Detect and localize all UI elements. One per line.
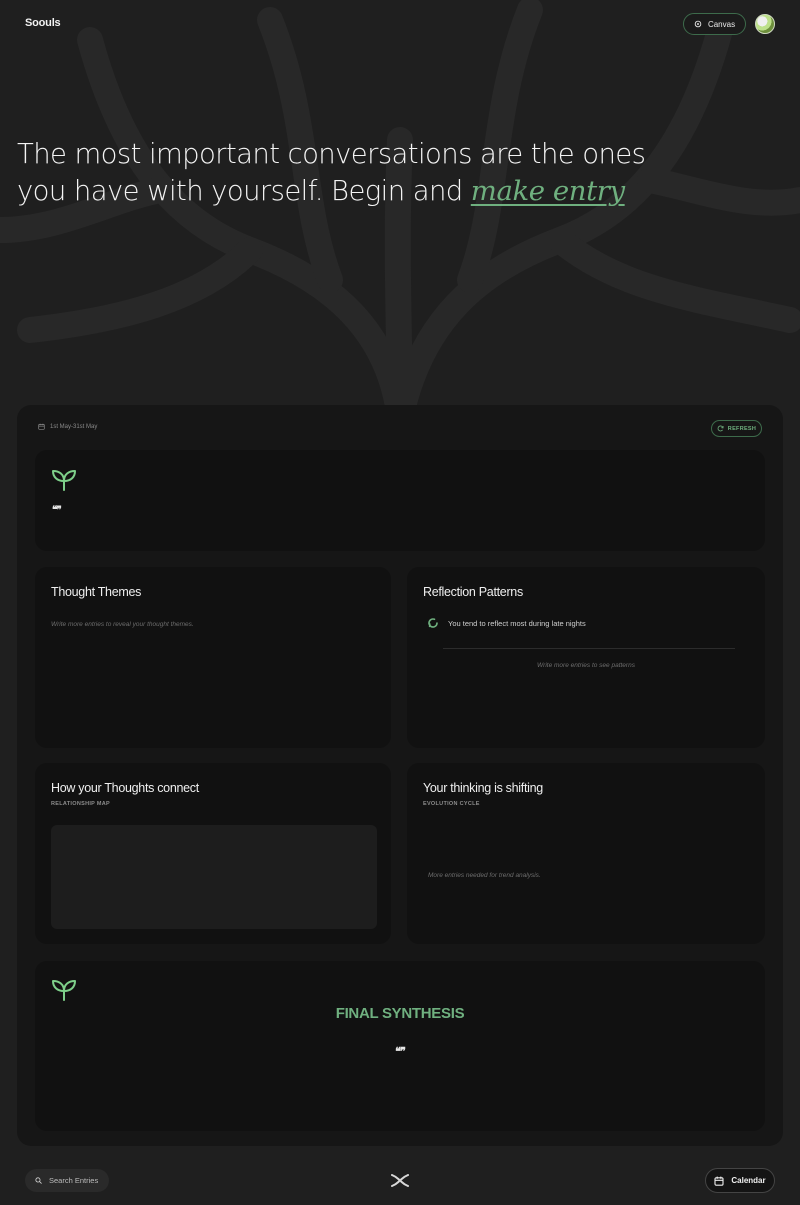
sprout-icon bbox=[52, 980, 76, 1001]
search-entries[interactable] bbox=[25, 1169, 109, 1192]
thoughts-connect-title: How your Thoughts connect bbox=[51, 781, 199, 795]
calendar-label: Calendar bbox=[731, 1176, 766, 1185]
final-synthesis-title: FINAL SYNTHESIS bbox=[335, 1005, 465, 1022]
background-branches-art bbox=[0, 0, 800, 420]
make-entry-link[interactable]: make entry bbox=[471, 175, 625, 207]
reflection-patterns-title: Reflection Patterns bbox=[423, 585, 523, 599]
thought-themes-title: Thought Themes bbox=[51, 585, 142, 599]
final-synthesis-card: FINAL SYNTHESIS ❝❞ bbox=[35, 961, 765, 1131]
refresh-button[interactable]: REFRESH bbox=[711, 420, 762, 437]
date-range-label: 1st May-31st May bbox=[50, 423, 98, 430]
brand-logo[interactable]: Soouls bbox=[25, 17, 61, 29]
thoughts-connect-card: How your Thoughts connect RELATIONSHIP M… bbox=[35, 763, 391, 944]
quote-mark: ❝❞ bbox=[395, 1045, 406, 1058]
thoughts-connect-subtitle: RELATIONSHIP MAP bbox=[51, 801, 110, 807]
search-input[interactable] bbox=[49, 1176, 109, 1185]
thinking-shift-empty: More entries needed for trend analysis. bbox=[428, 872, 541, 879]
bottom-bar: Calendar bbox=[0, 1160, 800, 1205]
app-logo-icon[interactable] bbox=[391, 1174, 409, 1187]
canvas-button[interactable]: Canvas bbox=[683, 13, 746, 35]
thinking-shift-card: Your thinking is shifting EVOLUTION CYCL… bbox=[407, 763, 765, 944]
relationship-map[interactable] bbox=[51, 825, 377, 929]
reflection-patterns-card: Reflection Patterns You tend to reflect … bbox=[407, 567, 765, 748]
hero-line-1: The most important conversations are the… bbox=[17, 138, 646, 170]
calendar-icon bbox=[38, 423, 45, 430]
thought-themes-card: Thought Themes Write more entries to rev… bbox=[35, 567, 391, 748]
thinking-shift-subtitle: EVOLUTION CYCLE bbox=[423, 801, 480, 807]
pattern-text: You tend to reflect most during late nig… bbox=[448, 618, 586, 628]
hero-line-2: you have with yourself. Begin and bbox=[17, 175, 471, 207]
quote-card: ❝❞ bbox=[35, 450, 765, 551]
insights-panel: 1st May-31st May REFRESH ❝❞ Thought Them… bbox=[17, 405, 783, 1146]
thinking-shift-title: Your thinking is shifting bbox=[423, 781, 543, 795]
pattern-row: You tend to reflect most during late nig… bbox=[427, 617, 586, 629]
refresh-label: REFRESH bbox=[727, 425, 757, 432]
hero-heading: The most important conversations are the… bbox=[17, 136, 657, 210]
thought-themes-empty: Write more entries to reveal your though… bbox=[51, 621, 194, 628]
top-bar: Soouls Canvas bbox=[0, 0, 800, 48]
canvas-label: Canvas bbox=[707, 19, 736, 29]
quote-mark: ❝❞ bbox=[52, 505, 62, 516]
refresh-icon bbox=[717, 425, 724, 432]
avatar[interactable] bbox=[755, 14, 775, 34]
cycle-icon bbox=[428, 618, 438, 628]
canvas-icon bbox=[694, 20, 702, 28]
date-range[interactable]: 1st May-31st May bbox=[38, 423, 97, 430]
calendar-button[interactable]: Calendar bbox=[705, 1168, 775, 1193]
search-icon bbox=[35, 1177, 42, 1184]
reflection-patterns-empty: Write more entries to see patterns bbox=[537, 662, 635, 669]
divider bbox=[443, 648, 735, 649]
calendar-icon bbox=[714, 1176, 724, 1186]
sprout-icon bbox=[52, 470, 76, 491]
